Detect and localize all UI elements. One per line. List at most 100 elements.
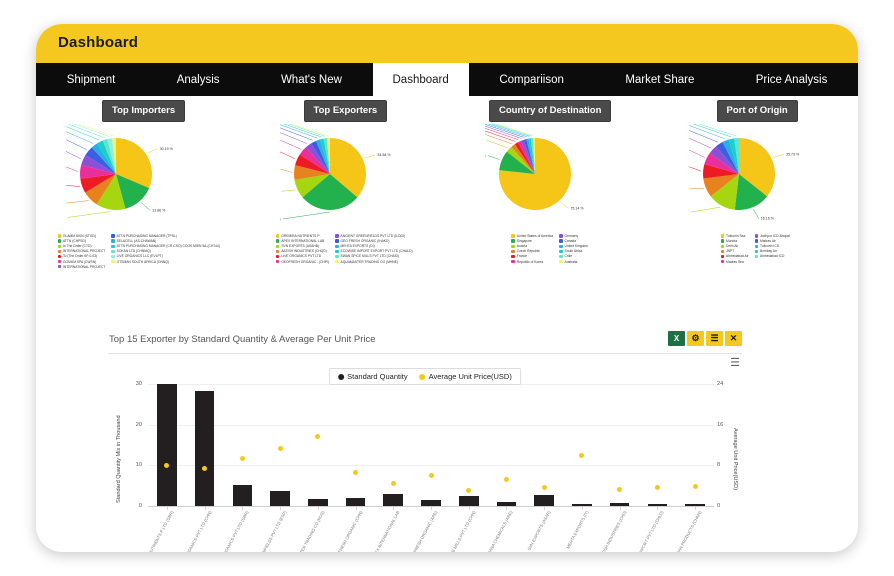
bar-chart-header: Top 15 Exporter by Standard Quantity & A… <box>108 330 742 354</box>
legend-item[interactable]: LIVE ORGANICS PVT LTD <box>275 254 329 258</box>
settings-gear-button[interactable]: ⚙ <box>687 331 704 346</box>
bar[interactable] <box>496 501 517 506</box>
bar[interactable] <box>421 500 441 506</box>
legend-item[interactable]: APEX INTERNATIONAL LAB <box>275 239 329 243</box>
panel-title[interactable]: Top Importers <box>102 100 186 122</box>
legend-item[interactable]: Chile <box>559 254 588 258</box>
legend-item[interactable]: In The Order (CTD) <box>57 244 106 248</box>
legend-item[interactable]: SELACELL (AS-CHAWAN) <box>111 239 220 243</box>
legend-item[interactable]: Jodhpur ICD-Bhopal <box>754 234 790 238</box>
panel-title[interactable]: Port of Origin <box>716 100 798 122</box>
bar[interactable] <box>685 504 705 506</box>
legend-item[interactable]: Ahmedabad Air <box>720 254 749 258</box>
panel-title[interactable]: Top Exporters <box>303 100 388 122</box>
close-button[interactable]: ✕ <box>725 331 742 346</box>
bar-group[interactable] <box>572 384 592 506</box>
tab-what-s-new[interactable]: What's New <box>250 63 372 96</box>
tab-compariison[interactable]: Compariison <box>469 63 595 96</box>
price-point[interactable] <box>353 469 359 475</box>
legend-item[interactable]: GLAMM SKIN (STGD) <box>57 234 106 238</box>
legend-item[interactable]: United Kingdom <box>559 244 588 248</box>
legend-item[interactable]: AQUAMASTER TRADING CO (MHNE) <box>335 260 412 264</box>
legend-item[interactable]: ECOWISE IMPORT EXPORT PVT LTD (CHALD) <box>335 249 413 253</box>
legend-item[interactable]: Bombay Air <box>754 249 790 253</box>
bar-group[interactable] <box>194 384 215 506</box>
legend-item[interactable]: ATTN (CHPSD) <box>57 239 106 243</box>
bar[interactable] <box>609 502 630 506</box>
legend-item[interactable]: Tuticorin Sea <box>720 234 749 238</box>
bar-group[interactable] <box>307 384 328 506</box>
bar[interactable] <box>572 503 592 506</box>
legend-item[interactable]: AATISH INDUSTRIES (CHQD) <box>275 249 329 253</box>
tab-shipment[interactable]: Shipment <box>36 63 146 96</box>
legend-item[interactable]: LIVE ORGANICS LLC (EVLPT) <box>111 254 220 258</box>
bar-group[interactable] <box>496 384 517 506</box>
price-point[interactable] <box>390 481 396 487</box>
legend-item[interactable]: SOKAN LTD (CHNMQ) <box>111 249 220 253</box>
bar[interactable] <box>647 503 668 506</box>
bar[interactable] <box>232 484 253 506</box>
legend-item[interactable]: Germany <box>559 234 588 238</box>
bar-group[interactable] <box>232 384 253 506</box>
legend-item[interactable]: Austria <box>511 244 553 248</box>
price-point[interactable] <box>202 465 208 471</box>
bar[interactable] <box>345 497 366 506</box>
legend-item[interactable]: ANCIENT GREENFIELDS PVT LTD (ILDDI) <box>335 234 412 238</box>
legend-item[interactable]: GREMIRA NUTRIENTS P <box>275 234 329 238</box>
legend-item[interactable]: OTSMAN SOUTH AFRICA (ONNQ) <box>111 260 220 264</box>
price-point[interactable] <box>692 484 698 490</box>
legend-item[interactable]: Singapore <box>511 239 553 243</box>
legend-item[interactable]: GEOFRESH ORGANIC - (CHPI) <box>275 260 329 264</box>
legend-item[interactable]: ATTN PURCHASING MANAGER (CR-CSO) COOK MI… <box>111 244 220 248</box>
bar[interactable] <box>383 493 404 506</box>
legend-item[interactable]: Delhi Air <box>720 244 749 248</box>
tab-market-share[interactable]: Market Share <box>595 63 725 96</box>
list-menu-button[interactable]: ☰ <box>706 331 723 346</box>
legend-item[interactable]: France <box>511 254 553 258</box>
price-point[interactable] <box>428 473 434 478</box>
legend-item[interactable]: United States of America <box>511 234 553 238</box>
price-point[interactable] <box>239 455 245 461</box>
legend-item[interactable]: Tuticorin ICD <box>754 244 790 248</box>
legend-item[interactable]: JNPT <box>720 249 749 253</box>
legend-item[interactable]: Republic of Korea <box>511 260 553 264</box>
tab-price-analysis[interactable]: Price Analysis <box>725 63 858 96</box>
legend-item[interactable]: GOMUM SPA (CWSN) <box>57 260 106 264</box>
bar-legend-entry[interactable]: Average Unit Price(USD) <box>419 372 512 381</box>
legend-item[interactable]: ATTN PURCHASING MANAGER (TPSL) <box>111 234 220 238</box>
bar[interactable] <box>307 498 328 506</box>
legend-item[interactable]: SWAN SPICE MILLS PVT LTD (CHASI) <box>335 254 412 258</box>
legend-item[interactable]: To (The Order 6P-0.03) <box>57 254 106 258</box>
legend-item[interactable]: MEHTA EXPORTS (DI) <box>335 244 412 248</box>
legend-item[interactable]: Czech Republic <box>511 249 553 253</box>
bar[interactable] <box>458 496 479 506</box>
bar[interactable] <box>194 391 215 506</box>
legend-item[interactable]: Madras Sea <box>720 260 749 264</box>
bar-group[interactable] <box>157 384 177 506</box>
price-point[interactable] <box>277 445 283 451</box>
panel-title[interactable]: Country of Destination <box>489 100 612 122</box>
bar-group[interactable] <box>421 384 441 506</box>
legend-item[interactable]: Australia <box>559 260 588 264</box>
bar-legend-entry[interactable]: Standard Quantity <box>338 372 408 381</box>
price-point[interactable] <box>503 477 509 483</box>
tab-dashboard[interactable]: Dashboard <box>372 63 469 96</box>
legend-item[interactable]: INTERNATIONAL PROJECT <box>57 265 105 269</box>
tab-analysis[interactable]: Analysis <box>146 63 250 96</box>
bar[interactable] <box>157 384 177 506</box>
bar-group[interactable] <box>383 384 404 506</box>
bar-group[interactable] <box>345 384 366 506</box>
legend-item[interactable]: INTERNATIONAL PROJECT <box>57 249 105 253</box>
legend-item[interactable]: SVN EXPORTS (ASAHB) <box>275 244 329 248</box>
export-excel-button[interactable]: X <box>668 331 685 346</box>
legend-column: GLAMM SKIN (STGD) ATTN (CHPSD) In The Orde… <box>57 234 106 269</box>
legend-item[interactable]: South Africa <box>559 249 588 253</box>
legend-item[interactable]: Madras Air <box>754 239 790 243</box>
price-point[interactable] <box>541 485 547 491</box>
bar[interactable] <box>534 495 554 506</box>
legend-item[interactable]: Canada <box>559 239 588 243</box>
legend-item[interactable]: Ahmedabad ICD <box>754 254 790 258</box>
legend-item[interactable]: GEO FRESH ORGANIC (IHAKD) <box>335 239 412 243</box>
legend-item[interactable]: Mundra <box>720 239 749 243</box>
bar[interactable] <box>270 491 290 506</box>
